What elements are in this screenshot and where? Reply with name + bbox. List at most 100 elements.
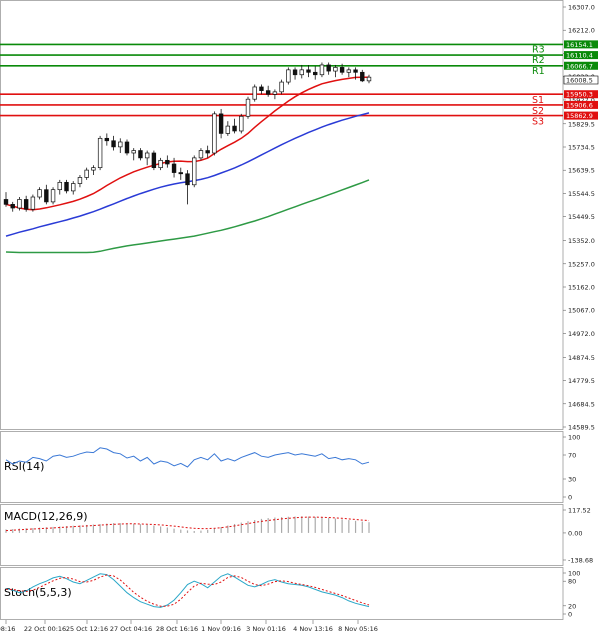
candle-body bbox=[64, 181, 69, 192]
y-tick-label: 16307.0 bbox=[568, 4, 595, 12]
candle-body bbox=[239, 115, 244, 132]
y-tick-label: 15449.5 bbox=[568, 213, 595, 221]
chart-background bbox=[0, 0, 600, 637]
candle-body bbox=[366, 76, 372, 82]
candle-body bbox=[37, 189, 42, 198]
candle-body bbox=[319, 64, 325, 76]
current-price-label: 16008.5 bbox=[566, 76, 593, 84]
level-label-r3: R3 bbox=[532, 44, 545, 55]
candle-body bbox=[104, 137, 110, 142]
candle-body bbox=[44, 189, 49, 203]
candle-body bbox=[111, 140, 116, 148]
candle-body bbox=[118, 141, 123, 148]
y-tick-label: 0.00 bbox=[568, 529, 582, 537]
y-tick-label: 14589.5 bbox=[568, 424, 595, 432]
candle-body bbox=[30, 196, 36, 210]
candle-body bbox=[245, 98, 251, 117]
y-tick-label: 100 bbox=[568, 570, 580, 578]
candle-body bbox=[144, 152, 150, 159]
level-price-label: 16110.4 bbox=[566, 52, 593, 60]
candle-body bbox=[138, 150, 143, 159]
candle-body bbox=[192, 157, 197, 186]
candle-body bbox=[124, 141, 130, 154]
candle-body bbox=[299, 69, 304, 76]
level-price-label: 15950.3 bbox=[566, 91, 593, 99]
candle-body bbox=[71, 183, 76, 192]
candle-body bbox=[178, 172, 183, 175]
candle-body bbox=[232, 125, 237, 132]
candle-body bbox=[3, 199, 9, 205]
candle-body bbox=[198, 150, 204, 159]
y-tick-label: 14779.5 bbox=[568, 377, 595, 385]
candle-body bbox=[10, 203, 15, 209]
candle-body bbox=[339, 67, 345, 73]
candle-body bbox=[158, 159, 163, 169]
candle-body bbox=[185, 173, 190, 186]
y-tick-label: 15734.5 bbox=[568, 144, 595, 152]
candle-body bbox=[171, 163, 177, 173]
macd-title: MACD(12,26,9) bbox=[4, 510, 88, 523]
candle-body bbox=[306, 69, 311, 73]
candle-body bbox=[205, 150, 210, 154]
chart-root: 16307.016212.016117.016022.015927.015829… bbox=[0, 0, 600, 637]
candle-body bbox=[259, 86, 264, 91]
candle-body bbox=[326, 64, 331, 72]
candle-body bbox=[50, 189, 56, 203]
y-tick-label: 117.52 bbox=[568, 507, 591, 515]
candle-body bbox=[292, 69, 298, 76]
candle-body bbox=[212, 113, 217, 154]
y-tick-label: 30 bbox=[568, 476, 576, 484]
candle-body bbox=[218, 113, 224, 134]
y-tick-label: 0 bbox=[568, 494, 572, 502]
y-tick-label: 15162.0 bbox=[568, 284, 595, 292]
candle-body bbox=[151, 152, 157, 169]
candle-body bbox=[353, 69, 358, 73]
candle-body bbox=[279, 81, 284, 93]
y-tick-label: 15544.5 bbox=[568, 190, 595, 198]
candle-body bbox=[84, 169, 89, 178]
x-tick-label: 8 Nov 05:16 bbox=[338, 625, 378, 633]
y-tick-label: 15639.5 bbox=[568, 167, 595, 175]
level-label-r1: R1 bbox=[532, 66, 545, 77]
candle-body bbox=[346, 69, 352, 73]
candle-body bbox=[165, 159, 170, 165]
x-tick-label: 4 Nov 13:16 bbox=[293, 625, 333, 633]
candle-body bbox=[313, 71, 318, 76]
candle-body bbox=[97, 137, 103, 169]
y-tick-label: 100 bbox=[568, 434, 580, 442]
candle-body bbox=[252, 86, 257, 100]
y-tick-label: 14972.0 bbox=[568, 330, 595, 338]
y-tick-label: -138.68 bbox=[568, 557, 593, 565]
x-tick-label: 22 Oct 00:16 bbox=[24, 625, 66, 633]
y-tick-label: 15067.0 bbox=[568, 307, 595, 315]
candle-body bbox=[360, 71, 365, 82]
y-tick-label: 14684.5 bbox=[568, 400, 595, 408]
candle-body bbox=[333, 67, 338, 72]
candle-body bbox=[57, 181, 62, 191]
level-price-label: 15906.6 bbox=[566, 101, 593, 109]
candle-body bbox=[225, 125, 231, 134]
y-tick-label: 80 bbox=[568, 578, 576, 586]
x-tick-label: 28 Oct 16:16 bbox=[156, 625, 198, 633]
candle-body bbox=[286, 69, 291, 83]
candle-body bbox=[77, 177, 83, 184]
y-tick-label: 16212.0 bbox=[568, 27, 595, 35]
y-tick-label: 20 bbox=[568, 602, 576, 610]
x-tick-label: 08:16 bbox=[0, 625, 15, 633]
x-tick-label: 25 Oct 12:16 bbox=[66, 625, 108, 633]
level-label-s3: S3 bbox=[532, 117, 544, 128]
candle-body bbox=[17, 199, 22, 209]
candle-body bbox=[272, 91, 278, 95]
level-price-label: 16066.7 bbox=[566, 62, 593, 70]
level-price-label: 16154.1 bbox=[566, 41, 593, 49]
candle-body bbox=[131, 150, 136, 154]
level-label-r2: R2 bbox=[532, 55, 545, 66]
y-tick-label: 0 bbox=[568, 611, 572, 619]
y-tick-label: 15829.5 bbox=[568, 120, 595, 128]
y-tick-label: 70 bbox=[568, 452, 576, 460]
x-tick-label: 27 Oct 04:16 bbox=[110, 625, 152, 633]
y-tick-label: 15352.0 bbox=[568, 237, 595, 245]
x-tick-label: 1 Nov 09:16 bbox=[201, 625, 241, 633]
candle-body bbox=[23, 199, 29, 210]
candle-body bbox=[265, 90, 271, 95]
